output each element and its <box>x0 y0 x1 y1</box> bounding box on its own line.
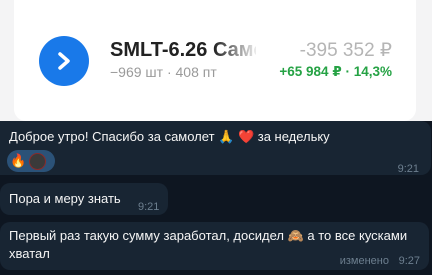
message-text: Доброе утро! Спасибо за самолет 🙏 ❤️ за … <box>9 128 330 146</box>
portfolio-card-area: SMLT-6.26 Само −969 шт · 408 пт -395 352… <box>0 0 432 121</box>
broker-logo <box>39 36 89 86</box>
reactor-avatar <box>29 152 47 170</box>
message-text: Пора и меру знать <box>9 191 121 206</box>
message-text-part: за неделькy <box>254 129 330 144</box>
chevron-right-icon <box>58 52 70 70</box>
message-bubble[interactable]: Пора и меру знать 9:21 <box>0 183 168 215</box>
message-text: Первый раз такую сумму заработал, досиде… <box>9 227 407 245</box>
message-time: 9:21 <box>397 163 419 175</box>
position-card[interactable]: SMLT-6.26 Само −969 шт · 408 пт -395 352… <box>14 0 416 121</box>
message-text-part: а то все кусками <box>303 228 408 243</box>
message-text-part: Доброе утро! Спасибо за самолет <box>9 129 219 144</box>
message-text-part: Первый раз такую сумму заработал, досиде… <box>9 228 288 243</box>
message-time: 9:21 <box>138 201 160 213</box>
position-quantity: −969 шт · 408 пт <box>110 64 217 80</box>
position-amount: -395 352 ₽ <box>299 40 392 61</box>
edited-label: изменено <box>339 255 389 267</box>
heart-emoji-icon: ❤️ <box>237 129 255 144</box>
position-profit: +65 984 ₽ · 14,3% <box>279 64 392 79</box>
message-bubble[interactable]: Первый раз такую сумму заработал, досиде… <box>0 222 429 270</box>
message-bubble[interactable]: Доброе утро! Спасибо за самолет 🙏 ❤️ за … <box>0 121 431 175</box>
pray-emoji-icon: 🙏 <box>218 129 235 144</box>
message-text-line2: хватал <box>9 246 50 261</box>
ticker-fade <box>214 36 260 66</box>
fire-reaction-icon[interactable]: 🔥 <box>10 153 26 169</box>
reactions-bar[interactable]: 🔥 <box>7 150 55 172</box>
message-time: 9:27 <box>398 255 420 267</box>
see-no-evil-monkey-emoji-icon: 🙈 <box>287 228 304 243</box>
